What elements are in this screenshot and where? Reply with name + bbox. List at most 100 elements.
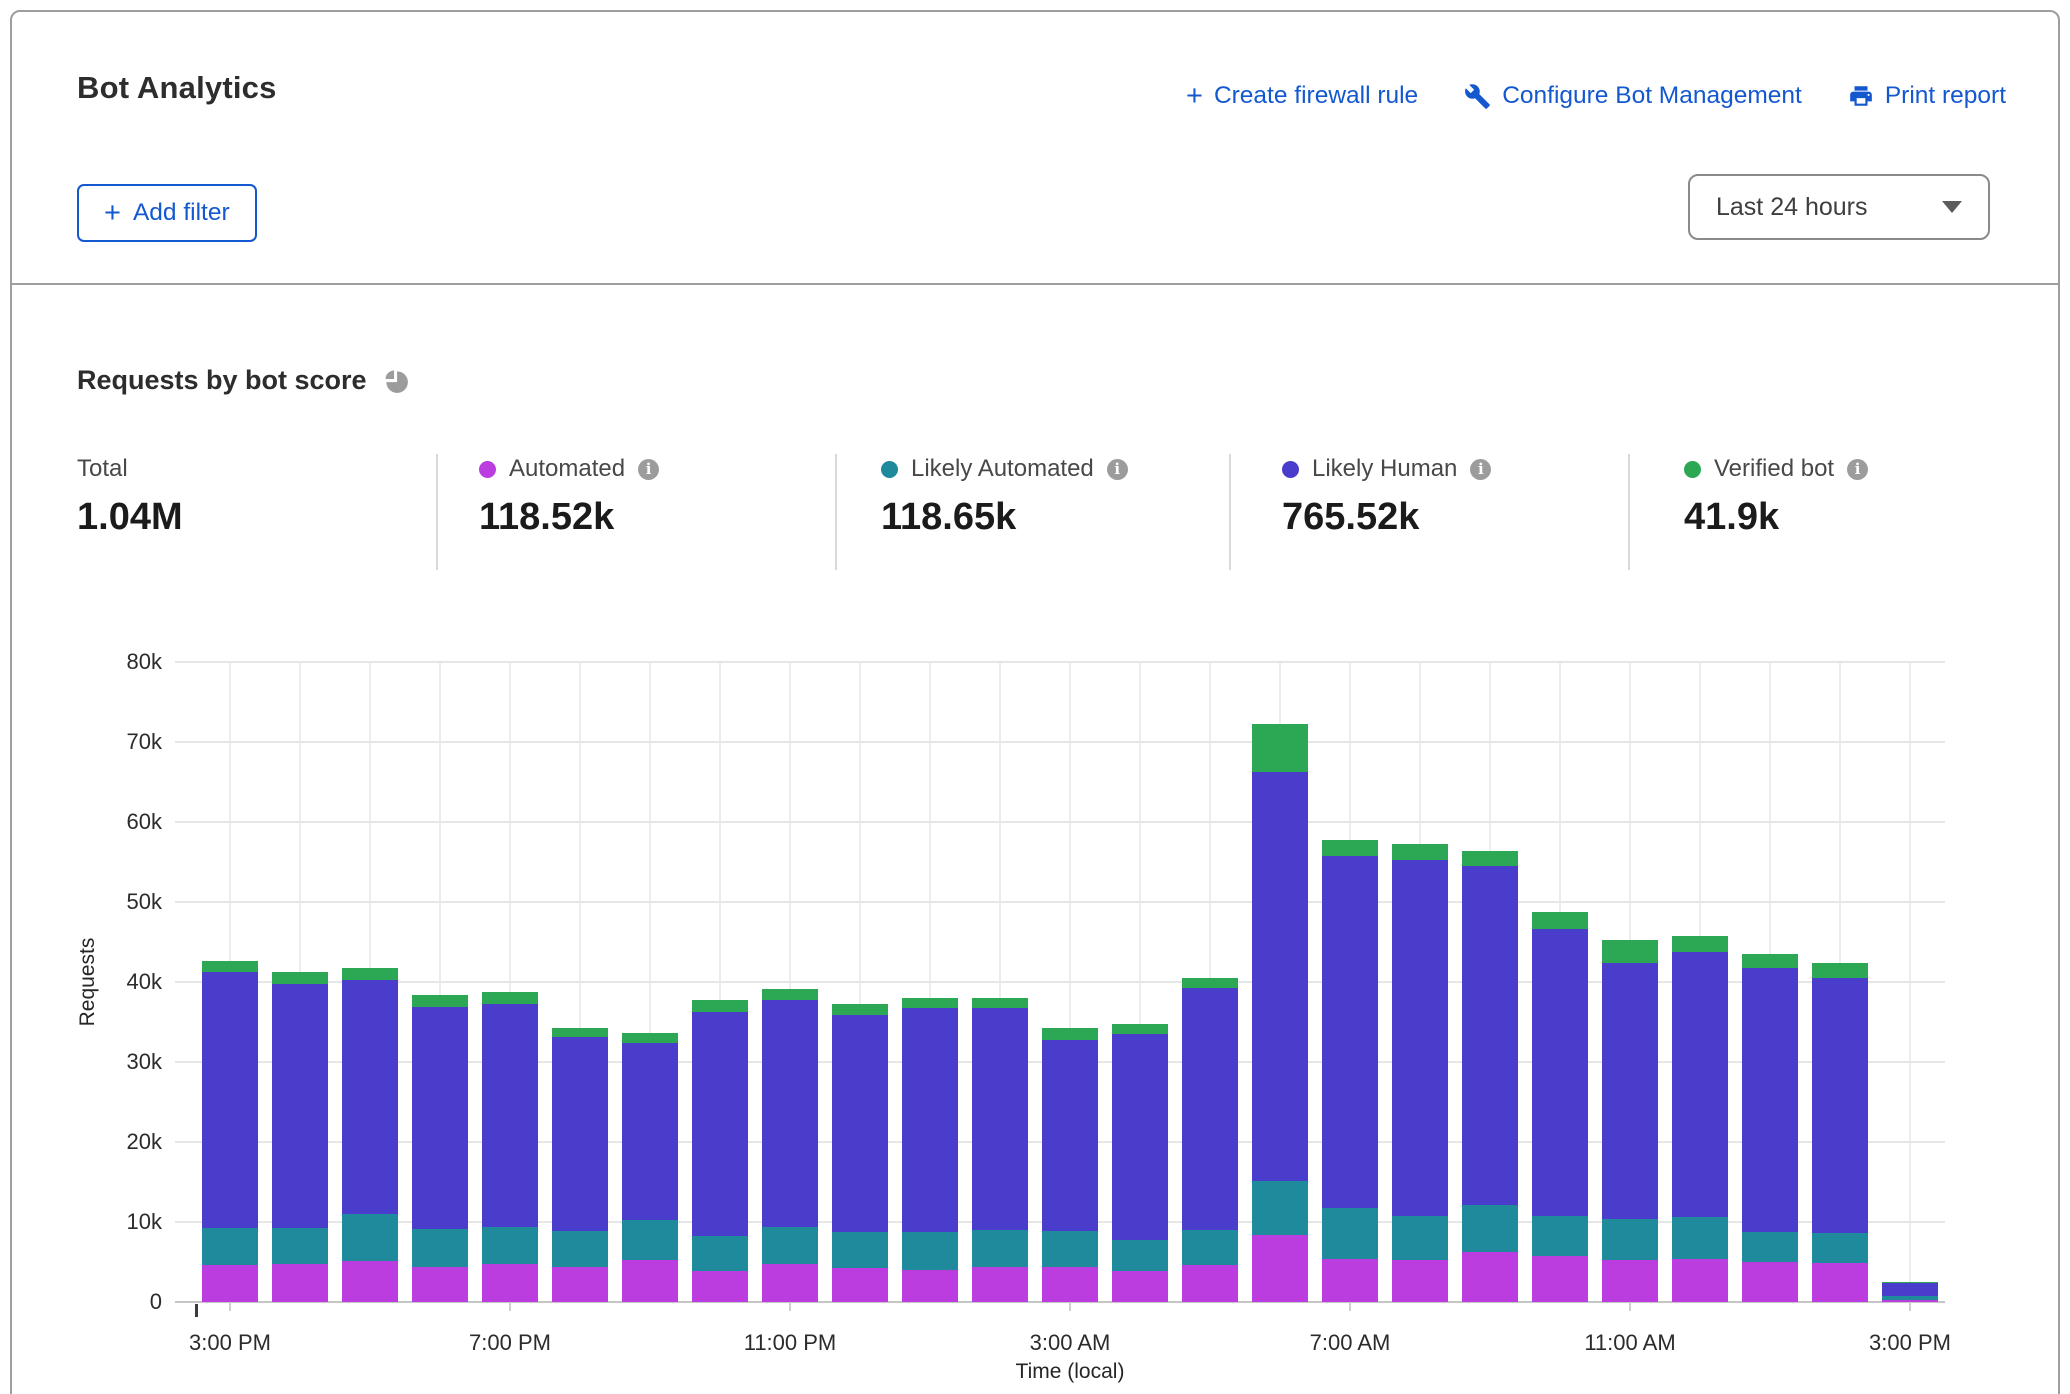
bar-segment-verified-bot[interactable] [1462, 851, 1518, 866]
bar-segment-likely-automated[interactable] [972, 1230, 1028, 1267]
bar-segment-likely-human[interactable] [692, 1012, 748, 1236]
bar-segment-automated[interactable] [1112, 1271, 1168, 1302]
bar[interactable] [1462, 662, 1518, 1302]
bar-segment-likely-automated[interactable] [1252, 1181, 1308, 1235]
bar[interactable] [1812, 662, 1868, 1302]
bar-segment-likely-human[interactable] [1602, 963, 1658, 1219]
bar-segment-likely-automated[interactable] [1812, 1233, 1868, 1263]
bar-segment-automated[interactable] [552, 1267, 608, 1302]
bar-segment-automated[interactable] [622, 1260, 678, 1302]
bar-segment-automated[interactable] [972, 1267, 1028, 1302]
bar-segment-likely-automated[interactable] [622, 1220, 678, 1260]
bar-segment-likely-human[interactable] [1462, 866, 1518, 1205]
bar[interactable] [1252, 662, 1308, 1302]
bar-segment-likely-automated[interactable] [482, 1227, 538, 1265]
bar-segment-verified-bot[interactable] [1602, 940, 1658, 963]
bar-segment-likely-human[interactable] [762, 1000, 818, 1227]
bar-segment-automated[interactable] [902, 1270, 958, 1302]
bar[interactable] [1602, 662, 1658, 1302]
bar-segment-likely-human[interactable] [342, 980, 398, 1214]
bar-segment-verified-bot[interactable] [1882, 1282, 1938, 1283]
bar-segment-likely-automated[interactable] [1532, 1216, 1588, 1256]
bar-segment-likely-human[interactable] [1742, 968, 1798, 1232]
bar-segment-likely-automated[interactable] [762, 1227, 818, 1265]
bar-segment-verified-bot[interactable] [832, 1004, 888, 1014]
bar[interactable] [972, 662, 1028, 1302]
bar-segment-automated[interactable] [832, 1268, 888, 1302]
bar-segment-verified-bot[interactable] [622, 1033, 678, 1043]
bar[interactable] [482, 662, 538, 1302]
bar-segment-verified-bot[interactable] [972, 998, 1028, 1008]
bar[interactable] [1672, 662, 1728, 1302]
bar-segment-likely-human[interactable] [1392, 860, 1448, 1216]
bar[interactable] [272, 662, 328, 1302]
bar-segment-likely-automated[interactable] [1392, 1216, 1448, 1261]
bar-segment-verified-bot[interactable] [1392, 844, 1448, 860]
bar-segment-likely-human[interactable] [1042, 1040, 1098, 1231]
bar[interactable] [1882, 662, 1938, 1302]
bar-segment-likely-automated[interactable] [832, 1232, 888, 1267]
bar-segment-verified-bot[interactable] [482, 992, 538, 1003]
bar[interactable] [1392, 662, 1448, 1302]
bar[interactable] [692, 662, 748, 1302]
bar-segment-verified-bot[interactable] [1532, 912, 1588, 930]
bar[interactable] [622, 662, 678, 1302]
bar[interactable] [552, 662, 608, 1302]
bar-segment-verified-bot[interactable] [902, 998, 958, 1008]
bar-segment-automated[interactable] [1462, 1252, 1518, 1302]
bar-segment-automated[interactable] [1532, 1256, 1588, 1302]
bar-segment-verified-bot[interactable] [1112, 1024, 1168, 1034]
bar-segment-verified-bot[interactable] [1252, 724, 1308, 771]
bar-segment-verified-bot[interactable] [552, 1028, 608, 1038]
bar-segment-likely-automated[interactable] [1672, 1217, 1728, 1259]
bar-segment-likely-human[interactable] [902, 1008, 958, 1232]
bar-segment-verified-bot[interactable] [342, 968, 398, 980]
bar-segment-likely-automated[interactable] [1602, 1219, 1658, 1260]
bar[interactable] [1182, 662, 1238, 1302]
bar-segment-verified-bot[interactable] [1182, 978, 1238, 988]
bar-segment-verified-bot[interactable] [272, 972, 328, 983]
bar-segment-likely-human[interactable] [202, 972, 258, 1229]
bar-segment-likely-human[interactable] [622, 1043, 678, 1221]
bar-segment-likely-automated[interactable] [1322, 1208, 1378, 1258]
bar-segment-automated[interactable] [762, 1264, 818, 1302]
bar[interactable] [832, 662, 888, 1302]
bar-segment-likely-human[interactable] [1672, 952, 1728, 1218]
bar-segment-automated[interactable] [1812, 1263, 1868, 1302]
bar-segment-likely-automated[interactable] [1462, 1205, 1518, 1251]
bar-segment-automated[interactable] [482, 1264, 538, 1302]
bar-segment-likely-human[interactable] [1252, 772, 1308, 1182]
bar[interactable] [902, 662, 958, 1302]
bar-segment-likely-automated[interactable] [342, 1214, 398, 1261]
bar[interactable] [1322, 662, 1378, 1302]
bar-segment-automated[interactable] [202, 1265, 258, 1302]
bar-segment-automated[interactable] [1672, 1259, 1728, 1302]
bar-segment-automated[interactable] [1182, 1265, 1238, 1302]
bar-segment-automated[interactable] [1252, 1235, 1308, 1302]
bar-segment-verified-bot[interactable] [1672, 936, 1728, 951]
bar-segment-likely-human[interactable] [1532, 929, 1588, 1216]
bar[interactable] [342, 662, 398, 1302]
bar-segment-automated[interactable] [1042, 1267, 1098, 1302]
bar-segment-likely-automated[interactable] [202, 1228, 258, 1265]
bar-segment-likely-automated[interactable] [902, 1232, 958, 1270]
bar-segment-automated[interactable] [1322, 1259, 1378, 1302]
bar-segment-likely-automated[interactable] [1042, 1231, 1098, 1267]
bar-segment-verified-bot[interactable] [762, 989, 818, 999]
bar-segment-likely-human[interactable] [552, 1037, 608, 1231]
bar-segment-likely-human[interactable] [972, 1008, 1028, 1230]
bar-segment-likely-human[interactable] [1182, 988, 1238, 1230]
bar[interactable] [1042, 662, 1098, 1302]
bar-segment-verified-bot[interactable] [1042, 1028, 1098, 1039]
bar-segment-verified-bot[interactable] [412, 995, 468, 1007]
bar[interactable] [1112, 662, 1168, 1302]
bar-segment-likely-human[interactable] [412, 1007, 468, 1229]
bar[interactable] [1742, 662, 1798, 1302]
bar-segment-automated[interactable] [1602, 1260, 1658, 1302]
bar-segment-likely-human[interactable] [1882, 1283, 1938, 1297]
bar-segment-likely-human[interactable] [1812, 978, 1868, 1233]
bar-segment-likely-automated[interactable] [1882, 1296, 1938, 1300]
bar-segment-likely-human[interactable] [482, 1004, 538, 1227]
bar-segment-automated[interactable] [692, 1271, 748, 1302]
bar-segment-likely-automated[interactable] [412, 1229, 468, 1267]
